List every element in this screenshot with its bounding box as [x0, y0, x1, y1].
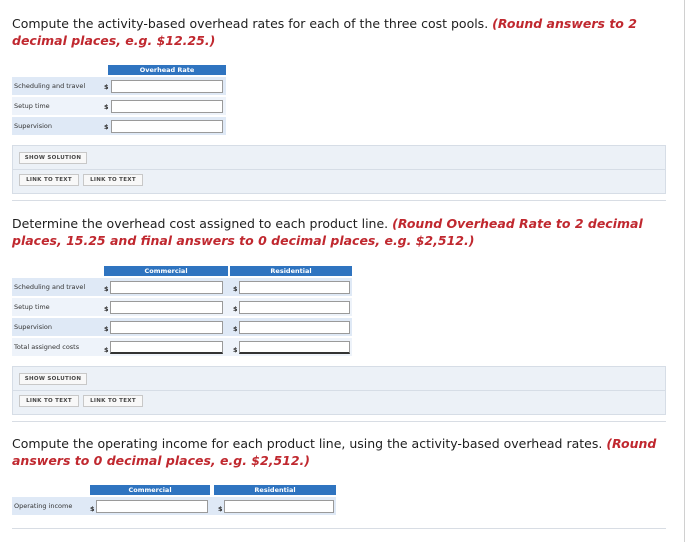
dollar-sign: $	[233, 285, 238, 293]
commercial-operating-income-input[interactable]	[96, 500, 208, 513]
question-1: Compute the activity-based overhead rate…	[12, 15, 672, 49]
dollar-sign: $	[104, 285, 109, 293]
commercial-header: Commercial	[104, 266, 228, 276]
dollar-sign: $	[104, 123, 109, 131]
dollar-sign: $	[218, 505, 223, 513]
divider	[12, 528, 666, 529]
question-1-text: Compute the activity-based overhead rate…	[12, 16, 489, 31]
commercial-supervision-input[interactable]	[110, 321, 223, 334]
link-to-text-button[interactable]: LINK TO TEXT	[83, 174, 143, 186]
setup-rate-input[interactable]	[111, 100, 223, 113]
links-panel-2: LINK TO TEXT LINK TO TEXT	[12, 391, 666, 415]
residential-scheduling-input[interactable]	[239, 281, 350, 294]
dollar-sign: $	[104, 346, 109, 354]
dollar-sign: $	[233, 325, 238, 333]
show-solution-button[interactable]: SHOW SOLUTION	[19, 373, 87, 385]
row-label: Supervision	[14, 323, 52, 331]
links-panel-1: LINK TO TEXT LINK TO TEXT	[12, 170, 666, 194]
dollar-sign: $	[104, 305, 109, 313]
residential-supervision-input[interactable]	[239, 321, 350, 334]
question-3: Compute the operating income for each pr…	[12, 435, 672, 469]
link-to-text-button[interactable]: LINK TO TEXT	[19, 395, 79, 407]
link-to-text-button[interactable]: LINK TO TEXT	[19, 174, 79, 186]
residential-header: Residential	[214, 485, 336, 495]
dollar-sign: $	[90, 505, 95, 513]
overhead-rate-header: Overhead Rate	[108, 65, 226, 75]
dollar-sign: $	[104, 325, 109, 333]
supervision-rate-input[interactable]	[111, 120, 223, 133]
solution-panel-1: SHOW SOLUTION	[12, 145, 666, 170]
row-label: Total assigned costs	[14, 343, 80, 351]
row-label: Supervision	[14, 122, 52, 130]
residential-total-input[interactable]	[239, 341, 350, 354]
row-label: Setup time	[14, 102, 50, 110]
question-2: Determine the overhead cost assigned to …	[12, 215, 672, 249]
divider	[12, 200, 666, 201]
dollar-sign: $	[104, 83, 109, 91]
solution-panel-2: SHOW SOLUTION	[12, 366, 666, 391]
row-label: Scheduling and travel	[14, 82, 86, 90]
question-3-text: Compute the operating income for each pr…	[12, 436, 603, 451]
residential-setup-input[interactable]	[239, 301, 350, 314]
dollar-sign: $	[233, 346, 238, 354]
question-2-text: Determine the overhead cost assigned to …	[12, 216, 389, 231]
row-label: Setup time	[14, 303, 50, 311]
commercial-header: Commercial	[90, 485, 210, 495]
row-label: Scheduling and travel	[14, 283, 86, 291]
dollar-sign: $	[233, 305, 238, 313]
show-solution-button[interactable]: SHOW SOLUTION	[19, 152, 87, 164]
row-label: Operating income	[14, 502, 73, 510]
residential-operating-income-input[interactable]	[224, 500, 334, 513]
residential-header: Residential	[230, 266, 352, 276]
dollar-sign: $	[104, 103, 109, 111]
commercial-scheduling-input[interactable]	[110, 281, 223, 294]
commercial-setup-input[interactable]	[110, 301, 223, 314]
scheduling-rate-input[interactable]	[111, 80, 223, 93]
divider	[12, 421, 666, 422]
commercial-total-input[interactable]	[110, 341, 223, 354]
link-to-text-button[interactable]: LINK TO TEXT	[83, 395, 143, 407]
